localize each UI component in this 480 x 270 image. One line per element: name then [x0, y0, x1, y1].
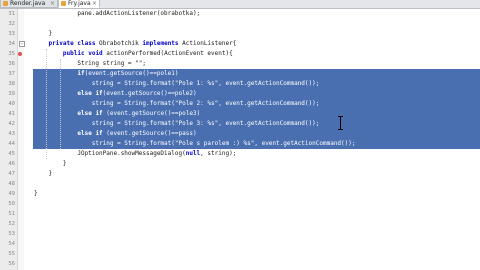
- code-line[interactable]: 39 else if(event.getSource()==pole2): [0, 89, 480, 99]
- line-number: 40: [8, 101, 15, 107]
- code-line[interactable]: 37 if(event.getSource()==pole1): [0, 69, 480, 79]
- line-number: 31: [8, 11, 15, 17]
- code-line[interactable]: 42 string = String.format("Pole 3: %s", …: [0, 119, 480, 129]
- line-number: 43: [8, 131, 15, 137]
- line-number: 32: [8, 21, 15, 27]
- line-number: 38: [8, 81, 15, 87]
- tab-label: Fry.java: [68, 0, 91, 7]
- code-text: string = String.format("Pole 1: %s", eve…: [34, 79, 320, 89]
- tab-render-java[interactable]: Render.java ×: [0, 0, 58, 8]
- code-line[interactable]: 48: [0, 179, 480, 189]
- code-text: }: [34, 160, 67, 167]
- code-text: string = String.format("Pole 2: %s", eve…: [34, 99, 320, 109]
- code-text: }: [34, 170, 53, 177]
- code-line[interactable]: 51: [0, 209, 480, 219]
- code-text: private class Obrabotchik implements Act…: [48, 40, 237, 47]
- code-line[interactable]: 38 string = String.format("Pole 1: %s", …: [0, 79, 480, 89]
- code-text: else if(event.getSource()==pole2): [34, 89, 197, 99]
- tab-fry-java[interactable]: Fry.java ×: [58, 0, 100, 8]
- line-number: 48: [8, 181, 15, 187]
- line-number: 44: [8, 141, 15, 147]
- line-number: 35: [8, 51, 15, 57]
- line-number: 54: [8, 241, 15, 247]
- text-cursor-icon: [338, 116, 343, 130]
- close-icon[interactable]: ×: [92, 0, 97, 8]
- code-text: }: [34, 30, 53, 37]
- line-number: 45: [8, 151, 15, 157]
- code-line[interactable]: 34− private class Obrabotchik implements…: [0, 39, 480, 49]
- code-line[interactable]: 53: [0, 229, 480, 239]
- tab-label: Render.java: [10, 0, 46, 7]
- line-number: 52: [8, 221, 15, 227]
- line-number: 47: [8, 171, 15, 177]
- code-line[interactable]: 31 pane.addActionListener(obrabotka);: [0, 9, 480, 19]
- editor-tab-bar: Render.java × Fry.java ×: [0, 0, 480, 9]
- indent-guide: [46, 49, 47, 159]
- code-text: public void actionPerformed(ActionEvent …: [62, 50, 233, 57]
- code-line[interactable]: 45 JOptionPane.showMessageDialog(null, s…: [0, 149, 480, 159]
- code-line[interactable]: 32: [0, 19, 480, 29]
- fold-toggle-icon[interactable]: −: [19, 41, 25, 47]
- breakpoint-icon[interactable]: [18, 52, 22, 56]
- line-number: 50: [8, 201, 15, 207]
- code-text: JOptionPane.showMessageDialog(null, stri…: [34, 150, 237, 157]
- code-line[interactable]: 41 else if (event.getSource()==pole3): [0, 109, 480, 119]
- line-number: 41: [8, 111, 15, 117]
- code-line[interactable]: 54: [0, 239, 480, 249]
- indent-guide: [60, 59, 61, 149]
- line-number: 53: [8, 231, 15, 237]
- code-line[interactable]: 43 else if (event.getSource()==pass): [0, 129, 480, 139]
- line-number: 49: [8, 191, 15, 197]
- code-text: String string = "";: [34, 60, 146, 67]
- line-number: 39: [8, 91, 15, 97]
- code-line[interactable]: 35 public void actionPerformed(ActionEve…: [0, 49, 480, 59]
- line-number: 36: [8, 61, 15, 67]
- code-text: if(event.getSource()==pole1): [34, 69, 179, 79]
- code-text: else if (event.getSource()==pass): [34, 129, 197, 139]
- code-line[interactable]: 47 }: [0, 169, 480, 179]
- java-file-icon: [3, 1, 8, 6]
- line-number: 56: [8, 261, 15, 267]
- line-number: 46: [8, 161, 15, 167]
- code-line[interactable]: 52: [0, 219, 480, 229]
- java-file-icon: [61, 1, 66, 6]
- code-text: string = String.format("Pole 3: %s", eve…: [34, 119, 320, 129]
- code-line[interactable]: 36 String string = "";: [0, 59, 480, 69]
- line-number: 51: [8, 211, 15, 217]
- code-line[interactable]: 55: [0, 249, 480, 259]
- code-text: string = String.format("Pole s parolem :…: [34, 139, 356, 149]
- code-text: }: [34, 190, 38, 197]
- code-line[interactable]: 44 string = String.format("Pole s parole…: [0, 139, 480, 149]
- line-number: 33: [8, 31, 15, 37]
- code-line[interactable]: 50: [0, 199, 480, 209]
- line-number: 55: [8, 251, 15, 257]
- line-number: 42: [8, 121, 15, 127]
- code-line[interactable]: 56: [0, 259, 480, 269]
- line-number: 37: [8, 71, 15, 77]
- code-line[interactable]: 33 }: [0, 29, 480, 39]
- line-number: 34: [8, 41, 15, 47]
- close-icon[interactable]: ×: [50, 0, 55, 8]
- code-line[interactable]: 49}: [0, 189, 480, 199]
- code-line[interactable]: 46 }: [0, 159, 480, 169]
- code-text: else if (event.getSource()==pole3): [34, 109, 201, 119]
- code-line[interactable]: 40 string = String.format("Pole 2: %s", …: [0, 99, 480, 109]
- code-text: pane.addActionListener(obrabotka);: [34, 10, 201, 17]
